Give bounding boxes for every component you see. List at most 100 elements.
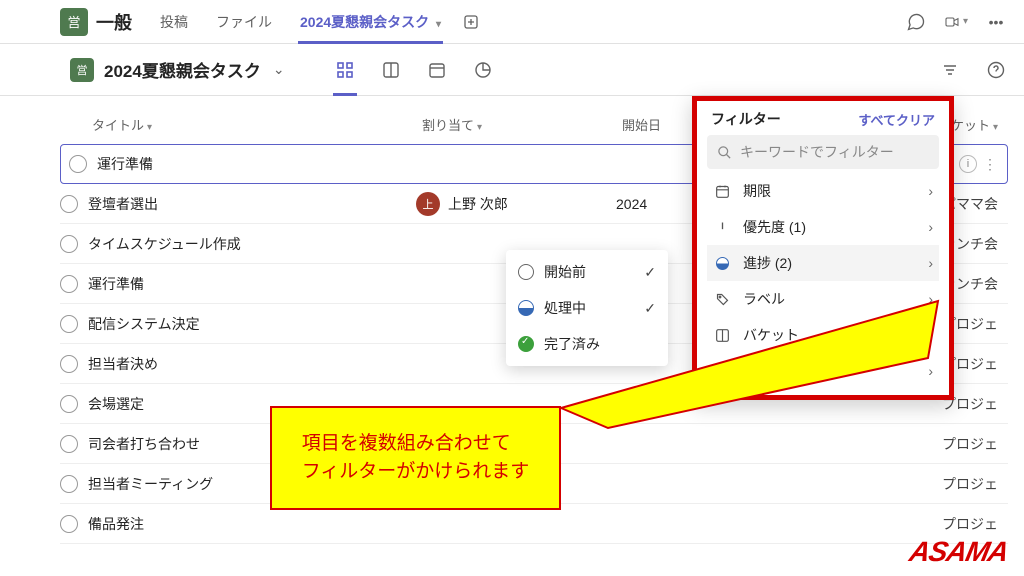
chevron-right-icon: › [928, 183, 933, 199]
plan-badge: 営 [70, 58, 94, 82]
task-title: タイムスケジュール作成 [86, 234, 416, 254]
add-tab-button[interactable] [457, 8, 485, 36]
task-bucket: プロジェ [942, 474, 998, 494]
filter-item-label: ラベル [743, 289, 785, 309]
chevron-right-icon: › [928, 219, 933, 235]
chevron-down-icon[interactable]: ⌄ [273, 61, 285, 78]
info-icon[interactable]: i [959, 155, 977, 173]
view-grid-icon[interactable] [335, 60, 355, 80]
task-title: 備品発注 [86, 514, 416, 534]
filter-panel: フィルター すべてクリア キーワードでフィルター 期限 › 優先度 (1) › … [692, 96, 954, 400]
filter-search-input[interactable]: キーワードでフィルター [707, 135, 939, 169]
filter-search-placeholder: キーワードでフィルター [740, 142, 894, 162]
task-complete-radio[interactable] [60, 315, 78, 333]
chevron-right-icon: › [928, 255, 933, 271]
filter-item-label[interactable]: ラベル › [707, 281, 939, 317]
team-badge: 営 [60, 8, 88, 36]
filter-icon[interactable] [938, 58, 962, 82]
more-icon[interactable]: ••• [984, 10, 1008, 34]
circle-empty-icon [518, 264, 534, 280]
task-start: 2024 [616, 196, 696, 212]
chevron-right-icon: › [928, 327, 933, 343]
col-assign[interactable]: 割り当て▾ [422, 115, 622, 134]
status-label: 開始前 [544, 262, 586, 282]
task-complete-radio[interactable] [60, 435, 78, 453]
progress-icon [713, 257, 731, 270]
filter-clear-button[interactable]: すべてクリア [858, 110, 935, 129]
channel-top-bar: 営 一般 投稿 ファイル 2024夏懇親会タスク ▾ ▾ ••• [0, 0, 1024, 44]
check-icon: ✓ [644, 264, 656, 281]
tab-planner[interactable]: 2024夏懇親会タスク ▾ [288, 0, 453, 44]
plan-title: 2024夏懇親会タスク [104, 57, 261, 82]
tab-posts[interactable]: 投稿 [148, 0, 200, 44]
circle-half-icon [518, 300, 534, 316]
callout-text-line2: フィルターがかけられます [302, 458, 530, 487]
status-label: 処理中 [544, 298, 586, 318]
task-complete-radio[interactable] [60, 515, 78, 533]
task-complete-radio[interactable] [60, 355, 78, 373]
task-complete-radio[interactable] [60, 475, 78, 493]
chevron-down-icon: ▾ [436, 19, 441, 30]
filter-title: フィルター [711, 109, 781, 129]
chevron-down-icon: ▾ [993, 122, 998, 133]
brand-logo: ASAMA [907, 536, 1011, 568]
col-title[interactable]: タイトル▾ [92, 115, 422, 134]
filter-item-due[interactable]: 期限 › [707, 173, 939, 209]
filter-item-label: 進捗 (2) [743, 253, 792, 273]
filter-item-bucket[interactable]: バケット › [707, 317, 939, 353]
status-option-completed[interactable]: 完了済み [506, 326, 668, 362]
status-label: 完了済み [544, 334, 600, 354]
status-dropdown: 開始前 ✓ 処理中 ✓ 完了済み [506, 250, 668, 366]
chat-icon[interactable] [904, 10, 928, 34]
filter-item-progress[interactable]: 進捗 (2) › [707, 245, 939, 281]
team-name: 一般 [96, 9, 132, 35]
task-complete-radio[interactable] [60, 395, 78, 413]
view-board-icon[interactable] [381, 60, 401, 80]
annotation-callout: 項目を複数組み合わせて フィルターがかけられます [270, 406, 561, 510]
task-assignee[interactable]: 上 上野 次郎 [416, 192, 616, 216]
col-start[interactable]: 開始日 [622, 115, 702, 134]
task-complete-radio[interactable] [60, 235, 78, 253]
plan-toolbar: 営 2024夏懇親会タスク ⌄ [0, 44, 1024, 96]
filter-item-assignment[interactable]: 割り当て (2) › [707, 353, 939, 389]
more-icon[interactable]: ⋮ [983, 156, 999, 173]
task-complete-radio[interactable] [60, 195, 78, 213]
filter-item-label: 優先度 (1) [743, 217, 806, 237]
chevron-down-icon: ▾ [147, 122, 152, 133]
task-complete-radio[interactable] [69, 155, 87, 173]
view-chart-icon[interactable] [473, 60, 493, 80]
filter-item-label: バケット [743, 325, 799, 345]
task-title: 担当者決め [86, 354, 416, 374]
chevron-down-icon: ▾ [477, 122, 482, 133]
circle-full-icon [518, 336, 534, 352]
calendar-icon [713, 184, 731, 199]
task-title: 登壇者選出 [86, 194, 416, 214]
people-icon [713, 364, 731, 379]
task-bucket: プロジェ [942, 434, 998, 454]
task-row[interactable]: 備品発注 プロジェ [60, 504, 1008, 544]
help-icon[interactable] [984, 58, 1008, 82]
tag-icon [713, 292, 731, 307]
search-icon [717, 145, 732, 160]
bucket-icon [713, 328, 731, 343]
status-option-inprogress[interactable]: 処理中 ✓ [506, 290, 668, 326]
task-bucket: プロジェ [942, 514, 998, 534]
meet-icon[interactable]: ▾ [944, 10, 968, 34]
check-icon: ✓ [644, 300, 656, 317]
task-complete-radio[interactable] [60, 275, 78, 293]
callout-text-line1: 項目を複数組み合わせて [302, 430, 530, 459]
tab-planner-label: 2024夏懇親会タスク [300, 14, 429, 30]
filter-item-label: 割り当て (2) [743, 361, 820, 381]
status-option-notstarted[interactable]: 開始前 ✓ [506, 254, 668, 290]
avatar: 上 [416, 192, 440, 216]
priority-icon [713, 220, 731, 235]
chevron-down-icon: ▾ [963, 16, 968, 27]
channel-tabs: 投稿 ファイル 2024夏懇親会タスク ▾ [148, 0, 485, 44]
chevron-right-icon: › [928, 363, 933, 379]
view-schedule-icon[interactable] [427, 60, 447, 80]
filter-item-label: 期限 [743, 181, 771, 201]
tab-files[interactable]: ファイル [204, 0, 284, 44]
task-title: 配信システム決定 [86, 314, 416, 334]
filter-item-priority[interactable]: 優先度 (1) › [707, 209, 939, 245]
chevron-right-icon: › [928, 291, 933, 307]
